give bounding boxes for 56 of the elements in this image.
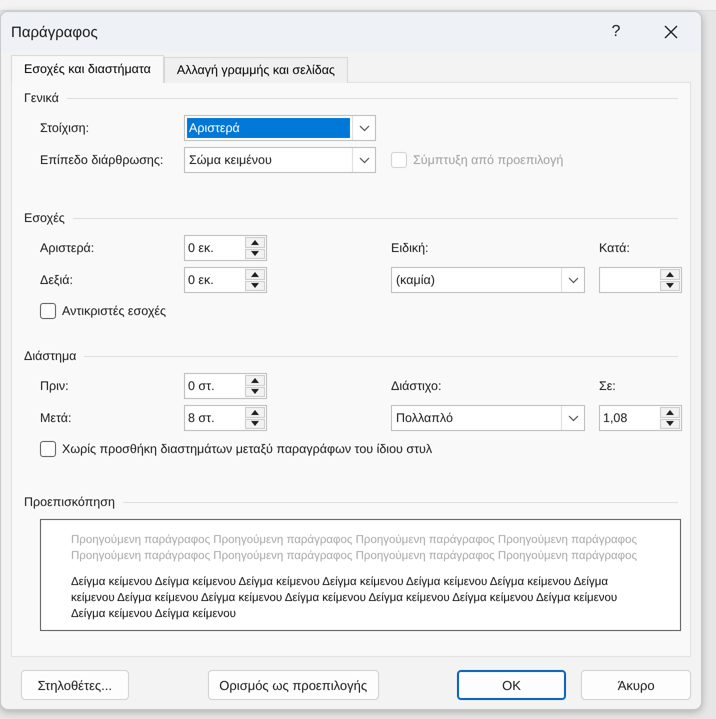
close-icon — [664, 25, 678, 39]
up-arrow-icon — [251, 272, 259, 277]
spin-field[interactable]: 0 εκ. — [184, 235, 267, 261]
checkbox[interactable] — [40, 303, 56, 319]
up-arrow-icon — [251, 240, 259, 245]
field-label: Αριστερά: — [40, 241, 96, 255]
chevron-down-icon — [358, 156, 370, 164]
field-label: Διάστιχο: — [391, 379, 442, 393]
down-arrow-icon — [251, 421, 259, 426]
chevron-down-icon — [568, 276, 578, 284]
spin-field[interactable] — [599, 267, 682, 293]
field-label: Μετά: — [40, 411, 72, 425]
checkbox-label: Σύμπτυξη από προεπιλογή — [413, 153, 564, 167]
help-button[interactable]: ? — [591, 12, 641, 52]
tab[interactable]: Αλλαγή γραμμής και σελίδας — [164, 57, 348, 83]
dropdown-field[interactable]: Πολλαπλό — [391, 405, 585, 431]
down-arrow-icon — [251, 283, 259, 288]
down-arrow-icon — [251, 251, 259, 256]
up-arrow-icon — [251, 378, 259, 383]
up-arrow-icon — [251, 410, 259, 415]
dropdown-field[interactable]: Σώμα κειμένου — [184, 147, 376, 173]
spin-field[interactable]: 0 στ. — [184, 373, 267, 399]
window-title: Παράγραφος — [11, 24, 99, 40]
sample-text: Δείγμα κείμενου Δείγμα κείμενου Δείγμα κείμενου Δείγμα κείμενου Δείγμα κείμενου Δείγμα κείμενου Δείγμα κείμενου Δείγμα κείμενου Δείγμα κείμενου Δείγμα κείμενου Δείγμα κείμενου Δείγμα κείμενου Δείγμα κείμενου Δείγμα κείμενου Δείγμα κείμενου — [71, 575, 618, 622]
down-arrow-icon — [251, 389, 259, 394]
up-arrow-icon — [666, 272, 674, 277]
section-heading: Διάστημα — [24, 349, 76, 363]
field-label: Δεξιά: — [40, 273, 74, 287]
field-label: Πριν: — [40, 379, 70, 393]
spin-field[interactable]: 1,08 — [599, 405, 682, 431]
dropdown-field[interactable]: (καμία) — [391, 267, 585, 293]
dialog-button[interactable]: Στηλοθέτες... — [21, 670, 129, 700]
up-arrow-icon — [666, 410, 674, 415]
tab[interactable]: Εσοχές και διαστήματα — [11, 55, 164, 83]
checkbox-label: Αντικριστές εσοχές — [62, 304, 166, 318]
checkbox-label: Χωρίς προσθήκη διαστημάτων μεταξύ παραγράφων του ίδιου στυλ — [62, 442, 432, 456]
chevron-down-icon — [568, 414, 578, 422]
dialog-button[interactable]: OK — [456, 670, 566, 700]
section-heading: Εσοχές — [24, 211, 65, 225]
field-label: Ειδική: — [391, 241, 430, 255]
dialog-button[interactable]: Άκυρο — [581, 670, 692, 700]
spin-field[interactable]: 8 στ. — [184, 405, 267, 431]
dialog-button[interactable]: Ορισμός ως προεπιλογής — [208, 670, 379, 700]
field-label: Στοίχιση: — [40, 121, 90, 135]
dropdown-field[interactable]: Αριστερά — [184, 115, 376, 141]
spin-field[interactable]: 0 εκ. — [184, 267, 267, 293]
section-heading: Προεπισκόπηση — [24, 495, 115, 509]
field-label: Επίπεδο διάρθρωσης: — [40, 153, 164, 167]
chevron-down-icon — [358, 124, 370, 132]
previous-paragraph-text: Προηγούμενη παράγραφος Προηγούμενη παράγραφος Προηγούμενη παράγραφος Προηγούμενη παράγραφος Προηγούμενη παράγραφος Προηγούμενη παράγραφος Προηγούμενη παράγραφος Προηγούμενη παράγραφος — [71, 533, 638, 564]
section-heading: Γενικά — [24, 91, 59, 105]
down-arrow-icon — [666, 421, 674, 426]
field-label: Κατά: — [599, 241, 631, 255]
down-arrow-icon — [666, 283, 674, 288]
checkbox[interactable] — [40, 441, 56, 457]
field-label: Σε: — [599, 379, 617, 393]
